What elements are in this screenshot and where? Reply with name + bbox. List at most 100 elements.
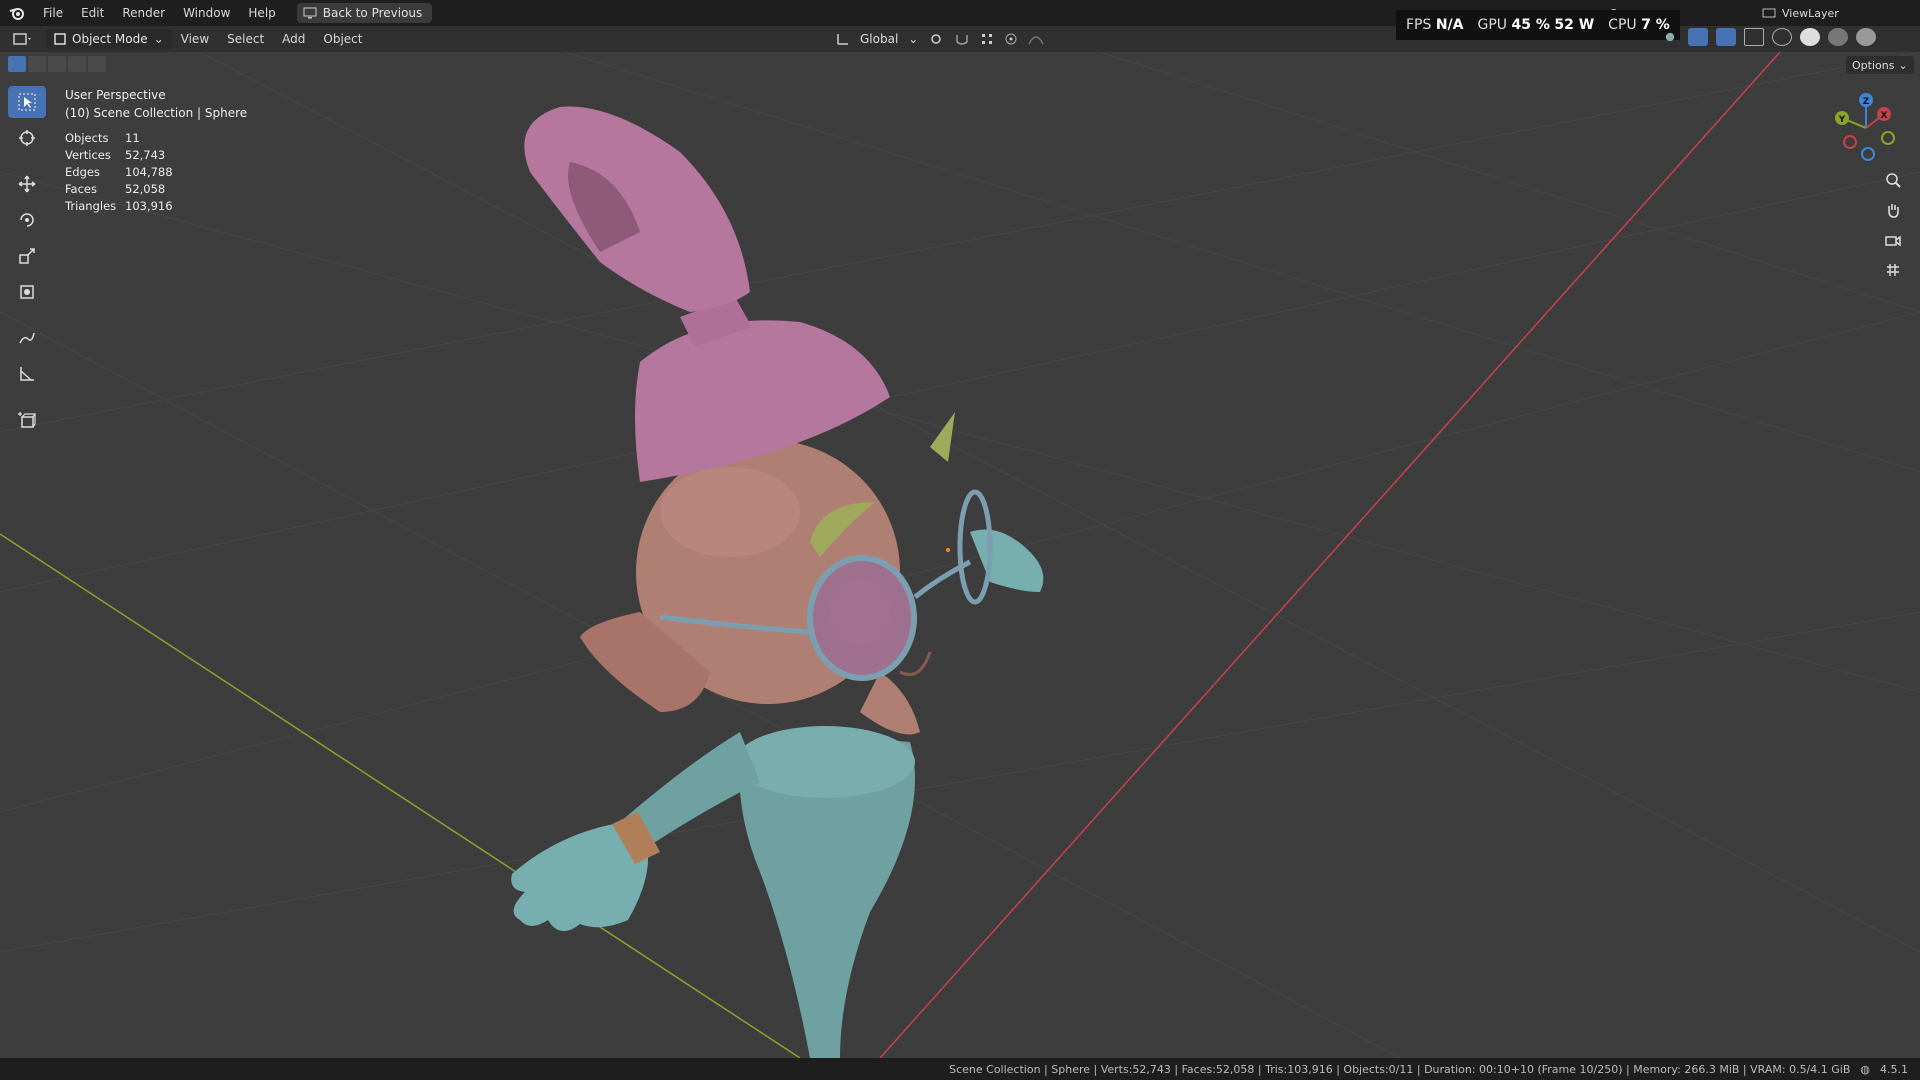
view-layer-name: ViewLayer — [1782, 6, 1839, 20]
xray-toggle-icon[interactable] — [1744, 28, 1764, 46]
pan-hand-icon[interactable] — [1880, 200, 1906, 220]
menu-edit[interactable]: Edit — [72, 0, 113, 26]
crosshair-icon — [19, 130, 35, 146]
pivot-icon[interactable] — [928, 32, 944, 46]
status-info: Scene Collection | Sphere | Verts:52,743… — [949, 1062, 1851, 1076]
cursor-arrow-icon — [18, 93, 36, 111]
mode-label: Object Mode — [72, 32, 148, 46]
stat-row: Vertices 52,743 — [65, 148, 166, 162]
select-box-tool[interactable] — [8, 86, 46, 118]
back-to-previous-label: Back to Previous — [322, 6, 423, 20]
neg-y-handle — [1881, 131, 1895, 145]
view-perspective-label: User Perspective — [65, 88, 166, 102]
navigation-gizmo[interactable]: Z X Y — [1826, 88, 1906, 168]
proportional-edit-icon[interactable] — [1004, 32, 1018, 46]
scene-statistics: Objects 11 Vertices 52,743 Edges 104,788 Fa… — [65, 130, 247, 215]
camera-icon[interactable] — [1880, 230, 1906, 250]
stat-row: Faces 52,058 — [65, 182, 166, 196]
overlay-toggle-icon[interactable] — [1716, 28, 1736, 46]
view-layer-selector[interactable]: ViewLayer — [1762, 4, 1912, 22]
chevron-down-icon: ⌄ — [1898, 58, 1908, 72]
ortho-grid-icon[interactable] — [1880, 260, 1906, 280]
orientation-icon — [837, 34, 848, 45]
transform-controls: Global ⌄ — [836, 29, 1045, 49]
tool-shelf — [8, 86, 46, 436]
editor-type-icon[interactable] — [6, 28, 40, 50]
hair-curl — [524, 106, 750, 312]
falloff-icon[interactable] — [1028, 32, 1045, 46]
select-new-icon[interactable] — [8, 56, 26, 72]
stat-row: Edges 104,788 — [65, 165, 173, 179]
neg-z-handle — [1861, 147, 1875, 161]
cube-add-icon — [18, 412, 36, 428]
move-tool[interactable] — [8, 168, 46, 200]
chevron-down-icon: ⌄ — [153, 32, 164, 46]
visibility-icon[interactable] — [1660, 28, 1680, 46]
rotate-tool[interactable] — [8, 204, 46, 236]
ruler-icon — [20, 367, 34, 381]
select-subtract-icon[interactable] — [48, 56, 66, 72]
character-model — [511, 106, 1044, 1058]
view-layer-icon — [1762, 8, 1776, 18]
move-icon — [18, 175, 36, 193]
orientation-dropdown[interactable]: Global — [860, 32, 898, 46]
menu-view[interactable]: View — [172, 32, 218, 46]
transform-tool[interactable] — [8, 276, 46, 308]
select-intersect-icon[interactable] — [88, 56, 106, 72]
tail-neck — [860, 672, 920, 735]
select-extend-icon[interactable] — [28, 56, 46, 72]
cursor-tool[interactable] — [8, 122, 46, 154]
stat-row: Triangles 103,916 — [65, 199, 173, 213]
add-cube-tool[interactable] — [8, 404, 46, 436]
mode-dropdown[interactable]: Object Mode ⌄ — [46, 29, 172, 49]
options-dropdown[interactable]: Options ⌄ — [1846, 56, 1914, 74]
gizmo-toggle-icon[interactable] — [1688, 28, 1708, 46]
selection-mode-buttons — [8, 56, 106, 72]
transform-icon — [20, 285, 34, 299]
blender-logo-icon[interactable] — [0, 0, 34, 26]
screen-icon — [303, 7, 317, 19]
pencil-icon — [19, 332, 35, 344]
viewport-info: User Perspective (10) Scene Collection |… — [65, 86, 247, 215]
network-icon: ◍ — [1860, 1062, 1870, 1076]
snap-target-icon[interactable] — [980, 32, 994, 46]
chevron-down-icon: ⌄ — [908, 32, 919, 46]
snap-icon[interactable] — [954, 32, 970, 46]
scale-icon — [19, 248, 35, 264]
viewport-navigation — [1880, 170, 1906, 280]
performance-overlay: FPS N/A GPU 45 % 52 W CPU 7 % — [1396, 10, 1680, 40]
solid-shading-icon[interactable] — [1800, 28, 1820, 46]
material-shading-icon[interactable] — [1828, 28, 1848, 46]
version-label: 4.5.1 — [1880, 1062, 1908, 1076]
svg-text:Y: Y — [1838, 115, 1846, 125]
3d-viewport[interactable] — [0, 52, 1920, 1058]
svg-text:X: X — [1881, 111, 1888, 121]
wireframe-shading-icon[interactable] — [1772, 28, 1792, 46]
neg-x-handle — [1843, 135, 1857, 149]
menu-render[interactable]: Render — [113, 0, 174, 26]
measure-tool[interactable] — [8, 358, 46, 390]
annotate-tool[interactable] — [8, 322, 46, 354]
rotate-icon — [20, 213, 34, 227]
options-label: Options — [1852, 58, 1895, 72]
stat-row: Objects 11 — [65, 131, 140, 145]
viewport-shading-controls — [1660, 28, 1876, 46]
zoom-icon[interactable] — [1880, 170, 1906, 190]
select-invert-icon[interactable] — [68, 56, 86, 72]
back-to-previous-button[interactable]: Back to Previous — [296, 3, 433, 23]
active-collection-label: (10) Scene Collection | Sphere — [65, 106, 248, 120]
origin-point — [946, 548, 950, 552]
menu-object[interactable]: Object — [314, 32, 371, 46]
menu-add[interactable]: Add — [273, 32, 314, 46]
menu-select[interactable]: Select — [218, 32, 273, 46]
viewport-scene — [0, 52, 1920, 1058]
menu-window[interactable]: Window — [174, 0, 239, 26]
menu-file[interactable]: File — [34, 0, 72, 26]
object-mode-icon — [54, 33, 66, 45]
rendered-shading-icon[interactable] — [1856, 28, 1876, 46]
fps-readout: FPS N/A — [1406, 17, 1464, 33]
scale-tool[interactable] — [8, 240, 46, 272]
status-bar: Scene Collection | Sphere | Verts:52,743… — [0, 1058, 1920, 1080]
menu-help[interactable]: Help — [239, 0, 284, 26]
ear-tip — [930, 412, 955, 462]
